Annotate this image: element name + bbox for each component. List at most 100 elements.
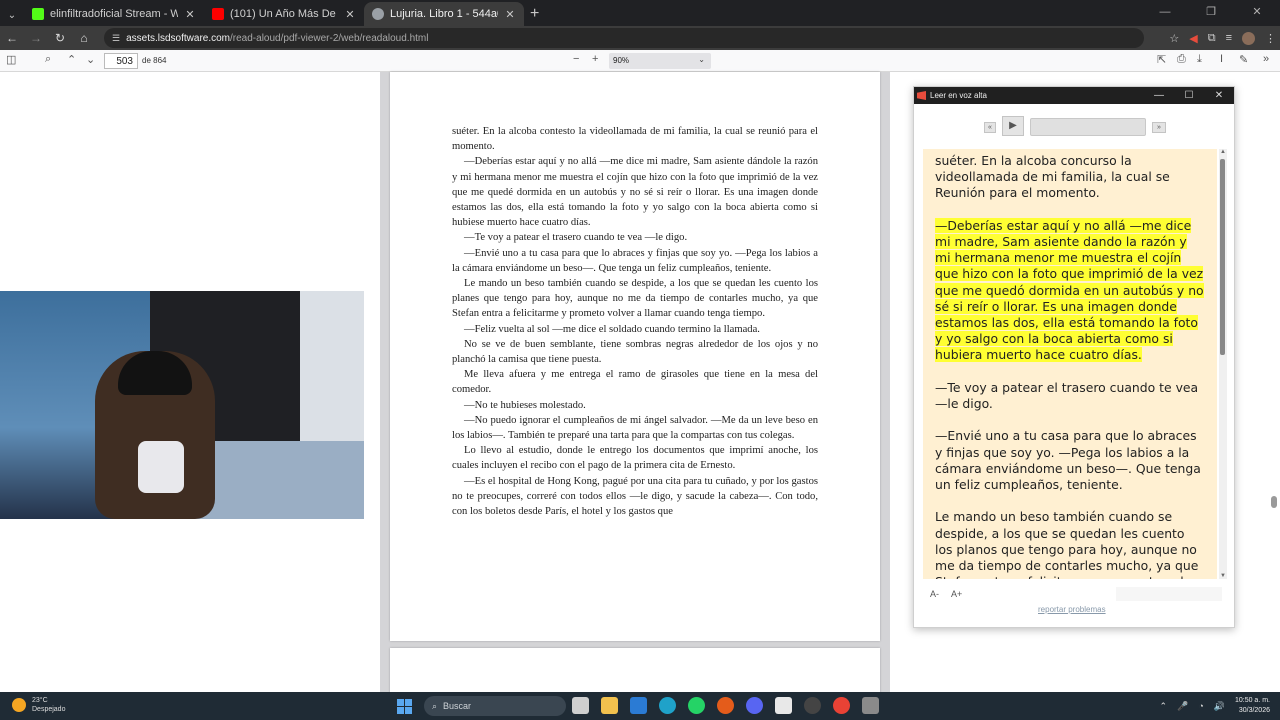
taskbar-search[interactable]: ⌕ Buscar xyxy=(424,696,566,716)
discord-icon[interactable] xyxy=(746,697,763,714)
weather-condition: Despejado xyxy=(32,706,66,713)
search-icon: ⌕ xyxy=(432,700,438,711)
page-paragraph: —No te hubieses molestado. xyxy=(464,399,586,411)
site-info-icon[interactable]: ☰ xyxy=(112,33,120,44)
bookmark-star-icon[interactable]: ☆ xyxy=(1169,32,1179,45)
page-paragraph: suéter. En la alcoba contesto la videoll… xyxy=(452,126,818,153)
more-tools-icon[interactable]: » xyxy=(1263,53,1269,65)
close-tab-icon[interactable]: ✕ xyxy=(344,8,356,21)
page-paragraph: —No puedo ignorar el cumpleaños de mi án… xyxy=(452,414,818,442)
taskbar-apps xyxy=(572,697,879,714)
extensions-icon[interactable]: ⧉ xyxy=(1208,32,1216,45)
task-view-icon[interactable] xyxy=(572,697,589,714)
app-icon[interactable] xyxy=(862,697,879,714)
home-icon[interactable]: ⌂ xyxy=(72,31,96,45)
app-icon[interactable] xyxy=(775,697,792,714)
scrollbar-thumb[interactable] xyxy=(1220,159,1225,355)
print-icon[interactable]: ⎙ xyxy=(1177,53,1186,66)
page-text: suéter. En la alcoba contesto la videoll… xyxy=(452,124,818,519)
maximize-icon[interactable]: ☐ xyxy=(1174,87,1204,104)
zoom-out-icon[interactable]: − xyxy=(573,53,579,65)
new-tab-button[interactable]: + xyxy=(530,2,539,26)
browser-tab[interactable]: (101) Un Año Más De Tu Vida - ✕ xyxy=(204,2,364,26)
app-icon[interactable] xyxy=(717,697,734,714)
viewer-scrollbar-thumb[interactable] xyxy=(1271,496,1277,508)
forward-button[interactable]: » xyxy=(1152,122,1166,133)
page-paragraph: —Deberías estar aquí y no allá —me dice … xyxy=(452,156,818,229)
tab-title: (101) Un Año Más De Tu Vida - xyxy=(230,8,338,20)
read-aloud-paragraph-highlighted: —Deberías estar aquí y no allá —me dice … xyxy=(935,217,1204,363)
find-icon[interactable]: ⌕ xyxy=(45,53,51,66)
zoom-select[interactable]: 90% ⌄ xyxy=(609,53,711,69)
weather-widget[interactable]: 23°C Despejado xyxy=(12,696,65,714)
text-select-icon[interactable]: I xyxy=(1220,53,1223,65)
globe-icon xyxy=(372,8,384,20)
minimize-icon[interactable]: — xyxy=(1142,0,1188,26)
read-aloud-titlebar[interactable]: Leer en voz alta — ☐ ✕ xyxy=(914,87,1234,104)
next-page-icon[interactable]: ⌄ xyxy=(86,53,95,66)
page-paragraph: No se ve de buen semblante, tiene sombra… xyxy=(452,338,818,366)
maximize-icon[interactable]: ❐ xyxy=(1188,0,1234,26)
youtube-favicon-icon xyxy=(212,8,224,20)
draw-icon[interactable]: ✎ xyxy=(1239,53,1248,66)
footer-field xyxy=(1116,587,1222,601)
close-tab-icon[interactable]: ✕ xyxy=(504,8,516,21)
back-icon[interactable]: ← xyxy=(0,31,24,45)
tab-search-button[interactable]: ⌄ xyxy=(0,4,24,26)
page-paragraph: —Feliz vuelta al sol —me dice el soldado… xyxy=(464,323,760,335)
sidebar-toggle-icon[interactable]: ◫ xyxy=(6,53,16,66)
obs-icon[interactable] xyxy=(804,697,821,714)
browser-tab[interactable]: elinfiltradoficial Stream - Wat ✕ xyxy=(24,2,204,26)
font-increase-button[interactable]: A+ xyxy=(951,589,962,599)
playback-progress[interactable] xyxy=(1030,118,1146,136)
wifi-icon[interactable]: ◔ xyxy=(1198,701,1203,711)
start-button-icon[interactable] xyxy=(397,699,412,714)
report-problems-link[interactable]: reportar problemas xyxy=(1038,605,1106,614)
read-aloud-paragraph: Le mando un beso también cuando se despi… xyxy=(935,509,1204,579)
clock[interactable]: 10:50 a. m. 30/3/2026 xyxy=(1235,696,1270,716)
minimize-icon[interactable]: — xyxy=(1144,87,1174,104)
close-window-icon[interactable]: ✕ xyxy=(1234,0,1280,26)
favicon-icon xyxy=(32,8,44,20)
close-icon[interactable]: ✕ xyxy=(1204,87,1234,104)
window-controls: — ❐ ✕ xyxy=(1142,0,1280,26)
store-icon[interactable] xyxy=(630,697,647,714)
save-icon[interactable]: ⤓ xyxy=(1197,53,1202,66)
chevron-down-icon: ⌄ xyxy=(698,55,705,64)
address-toolbar: ← → ↻ ⌂ ☰ assets.lsdsoftware.com/read-al… xyxy=(0,26,1280,50)
read-aloud-scrollbar[interactable]: ▲ ▼ xyxy=(1219,149,1227,579)
whatsapp-icon[interactable] xyxy=(688,697,705,714)
webcam-window xyxy=(300,291,364,441)
system-tray: ⌃ 🎤 ◔ 🔊 10:50 a. m. 30/3/2026 xyxy=(1160,696,1270,716)
file-explorer-icon[interactable] xyxy=(601,697,618,714)
chevron-up-icon[interactable]: ⌃ xyxy=(1160,701,1168,712)
browser-tab-active[interactable]: Lujuria. Libro 1 - 544a0087-069 ✕ xyxy=(364,2,524,26)
page-number-input[interactable] xyxy=(104,53,138,69)
webcam-phone xyxy=(138,441,184,493)
previous-page-icon[interactable]: ⌃ xyxy=(67,53,76,66)
media-control-icon[interactable]: ≡ xyxy=(1226,32,1232,44)
chrome-icon[interactable] xyxy=(833,697,850,714)
url-input[interactable]: ☰ assets.lsdsoftware.com/read-aloud/pdf-… xyxy=(104,28,1144,48)
play-button[interactable]: ▶ xyxy=(1002,116,1024,136)
page-count: de 864 xyxy=(142,56,167,65)
reload-icon[interactable]: ↻ xyxy=(48,31,72,45)
volume-icon[interactable]: 🔊 xyxy=(1214,701,1225,712)
scroll-up-icon[interactable]: ▲ xyxy=(1219,149,1227,155)
font-decrease-button[interactable]: A- xyxy=(930,589,939,599)
forward-icon[interactable]: → xyxy=(24,31,48,45)
edge-icon[interactable] xyxy=(659,697,676,714)
close-tab-icon[interactable]: ✕ xyxy=(184,8,196,21)
open-file-icon[interactable]: ⇱ xyxy=(1157,53,1166,66)
browser-tab-strip: ⌄ elinfiltradoficial Stream - Wat ✕ (101… xyxy=(0,0,1280,26)
pdf-toolbar: ◫ ⌕ ⌃ ⌄ de 864 − + 90% ⌄ ⇱ ⎙ ⤓ I ✎ » xyxy=(0,50,1280,72)
rewind-button[interactable]: « xyxy=(984,122,996,133)
microphone-icon[interactable]: 🎤 xyxy=(1177,701,1188,712)
zoom-in-icon[interactable]: + xyxy=(592,53,598,65)
read-aloud-text[interactable]: suéter. En la alcoba concurso la videoll… xyxy=(923,149,1217,579)
menu-icon[interactable]: ⋮ xyxy=(1265,32,1276,45)
page-paragraph: —Te voy a patear el trasero cuando te ve… xyxy=(464,232,688,244)
profile-avatar[interactable] xyxy=(1242,31,1255,45)
scroll-down-icon[interactable]: ▼ xyxy=(1219,573,1227,579)
read-aloud-extension-icon[interactable]: ◀ xyxy=(1189,32,1197,45)
